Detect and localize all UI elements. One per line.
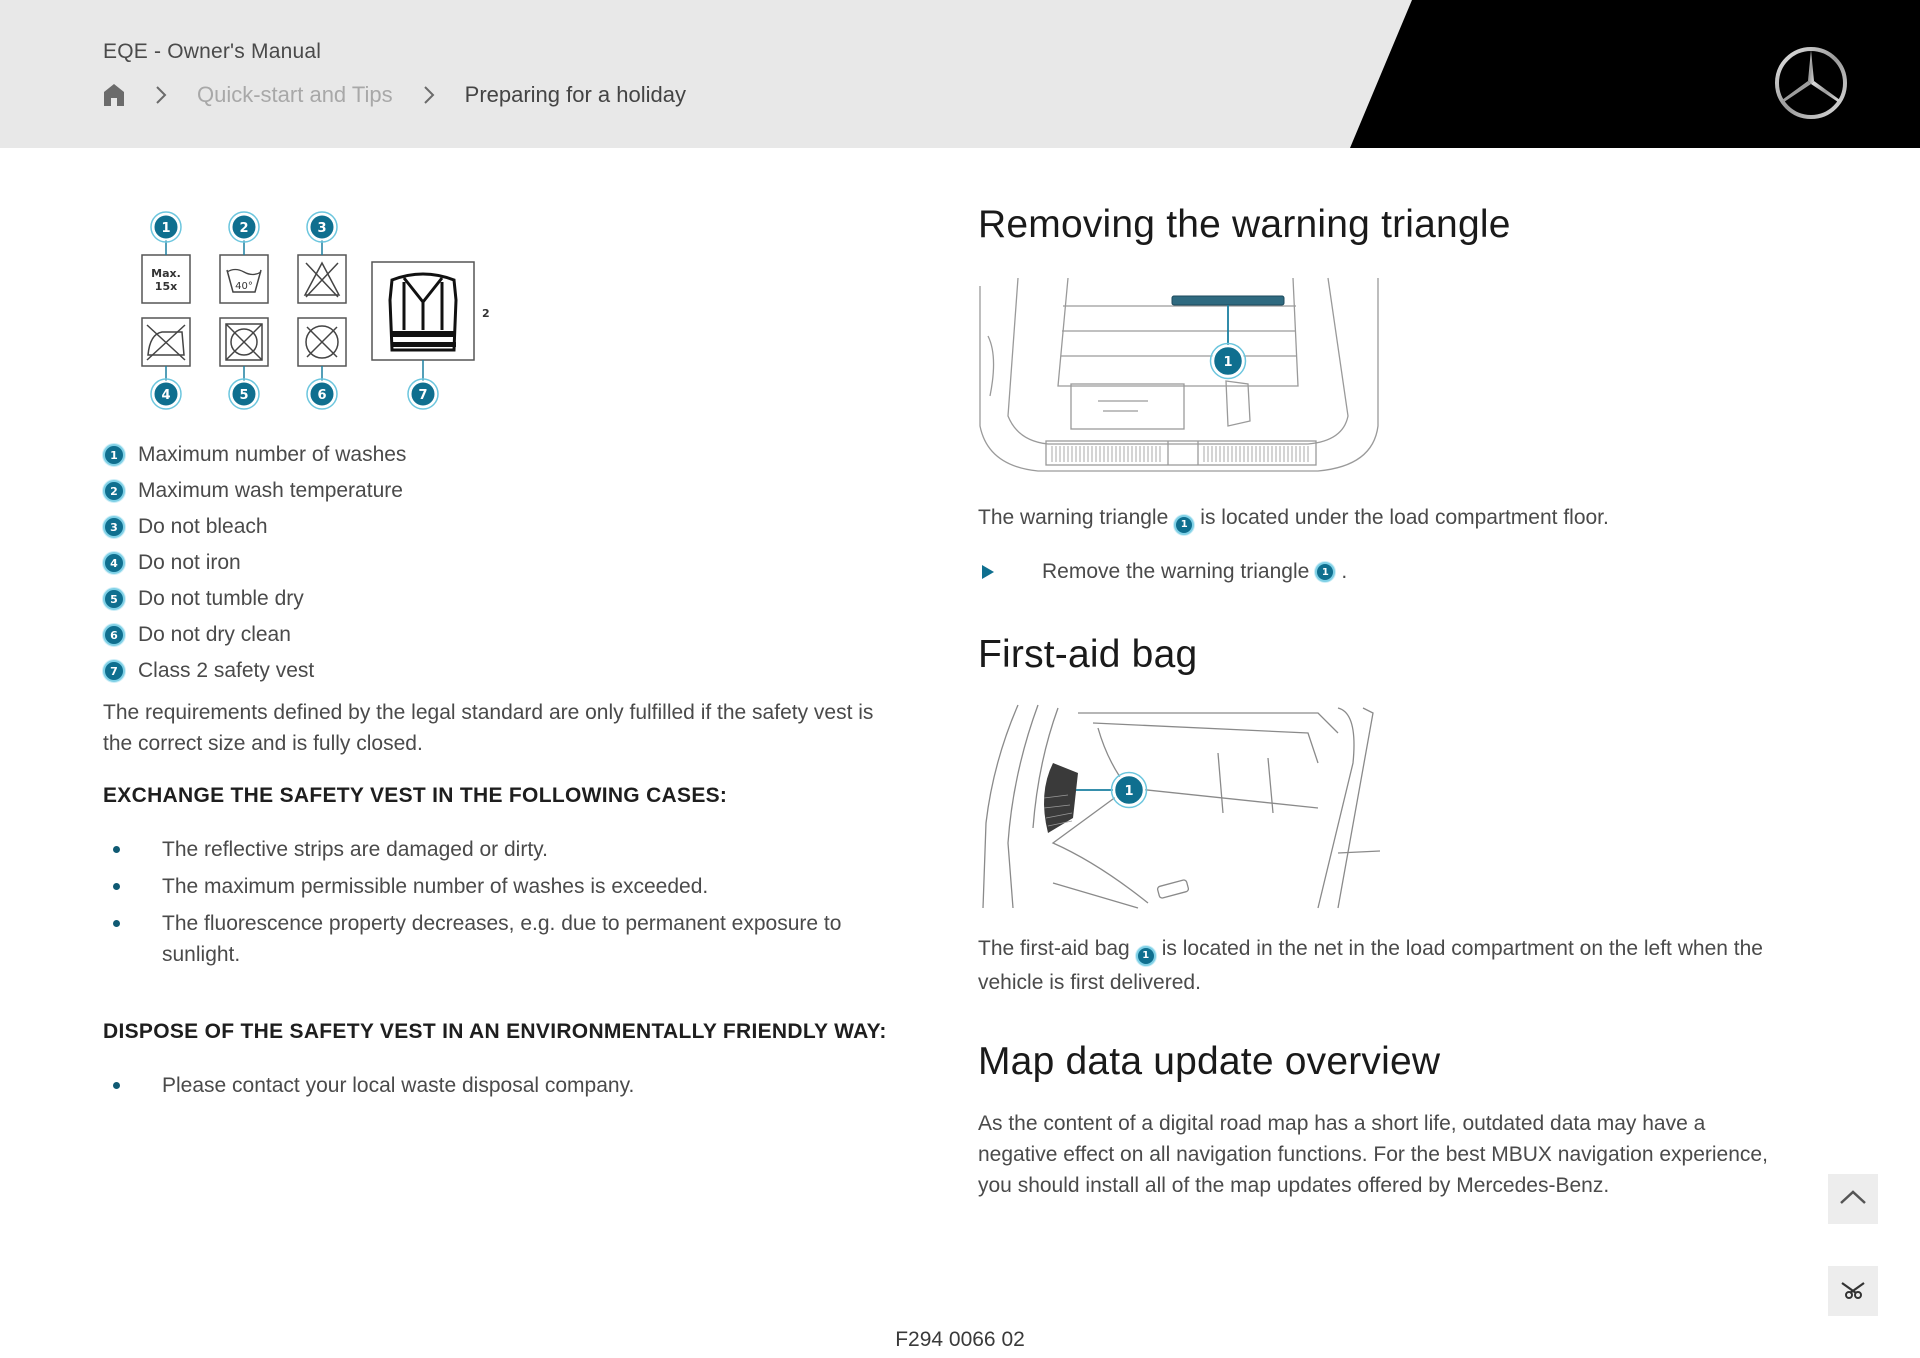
care-symbols-illustration: Max. 15x 40° 2 1 2 3 4 5 6 7	[130, 210, 490, 410]
breadcrumb-quick-start[interactable]: Quick-start and Tips	[197, 82, 393, 108]
text-segment: The first-aid bag	[978, 937, 1130, 960]
bullet-icon	[113, 920, 120, 927]
first-aid-location-text: The first-aid bag 1 is located in the net …	[978, 932, 1778, 999]
callout-badge: 1	[1315, 562, 1336, 582]
callout-badge: 3	[103, 516, 125, 538]
warning-triangle-location-text: The warning triangle 1 is located under th…	[978, 502, 1878, 535]
symbol-callout-number: 3	[317, 221, 326, 236]
warning-triangle-title: Removing the warning triangle	[978, 203, 1511, 246]
list-item-text: The maximum permissible number of washes…	[162, 875, 709, 898]
step-text: Remove the warning triangle	[1042, 560, 1310, 583]
svg-text:40°: 40°	[235, 281, 253, 292]
image-reference-code: F294 0066 02	[895, 1328, 1025, 1351]
callout-badge: 1	[1135, 945, 1156, 966]
first-aid-title: First-aid bag	[978, 633, 1198, 676]
symbol-callout-number: 4	[161, 388, 170, 403]
warning-triangle-illustration: 1	[978, 276, 1380, 490]
list-item: The fluorescence property decreases, e.g…	[103, 908, 923, 970]
list-item: The maximum permissible number of washes…	[103, 871, 923, 902]
legend-item: 4 Do not iron	[103, 545, 406, 581]
callout-badge: 6	[103, 624, 125, 646]
dispose-heading: DISPOSE OF THE SAFETY VEST IN AN ENVIRON…	[103, 1020, 887, 1043]
legend-label: Class 2 safety vest	[138, 659, 315, 682]
legend-label: Do not tumble dry	[138, 587, 304, 610]
callout-badge: 2	[103, 480, 125, 502]
scroll-to-top-button[interactable]	[1828, 1174, 1878, 1224]
legend-item: 2 Maximum wash temperature	[103, 473, 406, 509]
legend-item: 7 Class 2 safety vest	[103, 653, 406, 689]
legend-label: Do not bleach	[138, 515, 268, 538]
instruction-step: Remove the warning triangle 1.	[982, 560, 1347, 584]
symbol-callout-badge: 5	[228, 378, 260, 410]
text-segment: The warning triangle	[978, 506, 1169, 529]
exchange-list: The reflective strips are damaged or dir…	[103, 834, 923, 976]
first-aid-illustration: 1	[978, 703, 1381, 917]
tool-button[interactable]	[1828, 1266, 1878, 1316]
chevron-right-icon	[423, 85, 435, 105]
legend-item: 1 Maximum number of washes	[103, 437, 406, 473]
text-segment: is located under the load compartment fl…	[1200, 506, 1609, 529]
bullet-icon	[113, 846, 120, 853]
list-item-text: The reflective strips are damaged or dir…	[162, 838, 548, 861]
chevron-up-icon	[1838, 1187, 1868, 1211]
step-arrow-icon	[982, 565, 994, 579]
symbol-callout-number: 2	[239, 221, 248, 236]
list-item-text: Please contact your local waste disposal…	[162, 1074, 635, 1097]
symbol-callout-badge: 1	[150, 211, 182, 243]
legend-label: Maximum wash temperature	[138, 479, 403, 502]
legend-label: Do not dry clean	[138, 623, 291, 646]
callout-badge: 5	[103, 588, 125, 610]
symbol-callout-number: 6	[317, 388, 326, 403]
scissors-icon	[1838, 1277, 1868, 1305]
illustration-callout: 1	[1223, 355, 1232, 370]
symbol-callout-badge: 6	[306, 378, 338, 410]
mercedes-star-logo[interactable]	[1772, 44, 1850, 122]
callout-badge: 1	[103, 444, 125, 466]
list-item-text: The fluorescence property decreases, e.g…	[162, 912, 842, 966]
home-icon[interactable]	[103, 83, 125, 107]
step-text: .	[1341, 560, 1348, 583]
exchange-heading: EXCHANGE THE SAFETY VEST IN THE FOLLOWIN…	[103, 784, 728, 807]
legend-item: 6 Do not dry clean	[103, 617, 406, 653]
requirements-text: The requirements defined by the legal st…	[103, 701, 874, 755]
map-update-title: Map data update overview	[978, 1040, 1441, 1083]
dispose-list: Please contact your local waste disposal…	[103, 1070, 923, 1107]
bullet-icon	[113, 883, 120, 890]
list-item: The reflective strips are damaged or dir…	[103, 834, 923, 865]
svg-text:Max.: Max.	[151, 267, 181, 280]
callout-badge: 1	[1174, 514, 1195, 535]
symbol-callout-number: 5	[239, 388, 248, 403]
svg-text:15x: 15x	[155, 280, 177, 293]
bullet-icon	[113, 1082, 120, 1089]
legend-label: Do not iron	[138, 551, 241, 574]
care-symbol-legend: 1 Maximum number of washes 2 Maximum wash …	[103, 437, 406, 689]
list-item: Please contact your local waste disposal…	[103, 1070, 923, 1101]
app-title: EQE - Owner's Manual	[103, 40, 322, 63]
illustration-callout: 1	[1124, 784, 1133, 799]
legend-item: 3 Do not bleach	[103, 509, 406, 545]
callout-badge: 4	[103, 552, 125, 574]
symbol-callout-number: 1	[161, 221, 170, 236]
breadcrumb-current: Preparing for a holiday	[464, 82, 686, 107]
symbol-callout-badge: 3	[306, 211, 338, 243]
symbol-callout-badge: 7	[407, 378, 439, 410]
chevron-right-icon	[155, 85, 167, 105]
map-update-text: As the content of a digital road map has…	[978, 1112, 1768, 1197]
legend-item: 5 Do not tumble dry	[103, 581, 406, 617]
symbol-callout-number: 7	[418, 388, 427, 403]
legend-label: Maximum number of washes	[138, 443, 407, 466]
vest-class-label: 2	[482, 307, 490, 320]
callout-badge: 7	[103, 660, 125, 682]
breadcrumb: Quick-start and Tips Preparing for a hol…	[103, 82, 686, 108]
symbol-callout-badge: 4	[150, 378, 182, 410]
header: EQE - Owner's Manual Quick-start and Tip…	[0, 0, 1920, 148]
symbol-callout-badge: 2	[228, 211, 260, 243]
